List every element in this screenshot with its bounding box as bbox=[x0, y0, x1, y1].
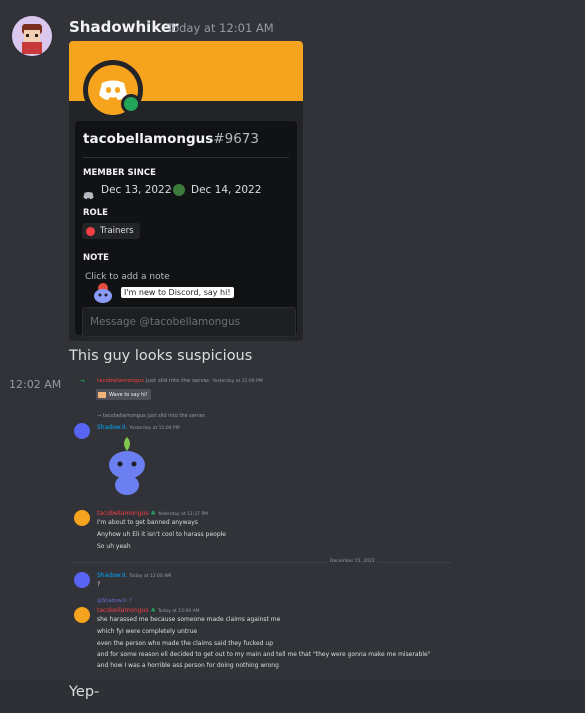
taco-header: tacobellamongus ♣ Yesterday at 11:37 PM bbox=[97, 510, 209, 517]
date-divider-label: December 15, 2022 bbox=[327, 559, 378, 564]
author-avatar[interactable] bbox=[12, 16, 52, 56]
profile-username: tacobellamongus#9673 bbox=[83, 131, 259, 147]
taco-line-1: I'm about to get banned anyways bbox=[97, 519, 198, 526]
taco2-avatar[interactable] bbox=[74, 607, 90, 623]
followup-timestamp: 12:02 AM bbox=[9, 378, 62, 391]
message-input[interactable]: Message @tacobellamongus bbox=[82, 307, 296, 337]
wave-button[interactable]: Wave to say hi! bbox=[96, 389, 151, 400]
profile-card-image[interactable]: tacobellamongus#9673 MEMBER SINCE Dec 13… bbox=[69, 41, 303, 341]
taco-avatar[interactable] bbox=[74, 510, 90, 526]
role-name: Trainers bbox=[100, 226, 134, 236]
taco2-line-3: even the person who made the claims said… bbox=[97, 640, 274, 647]
taco2-line-5: and how I was a horrible ass person for … bbox=[97, 662, 279, 669]
chat-screenshot-image[interactable]: → tacobellamongus just slid into the ser… bbox=[69, 371, 458, 677]
taco2-line-4: and for some reason eli decided to get o… bbox=[97, 651, 431, 658]
wumpus-sticker-icon bbox=[103, 435, 151, 497]
message-author[interactable]: Shadowhiker bbox=[69, 18, 178, 36]
message-timestamp: Today at 12:01 AM bbox=[167, 21, 274, 35]
reply-reference[interactable]: @Shadow.II. ? bbox=[97, 598, 132, 604]
discord-date-icon bbox=[83, 185, 94, 204]
taco2-line-2: which fyi were completely untrue bbox=[97, 628, 198, 635]
taco-line-3: So uh yeah bbox=[97, 543, 131, 550]
note-title: NOTE bbox=[83, 253, 109, 263]
shadow-header: Shadow.II. Yesterday at 11:09 PM bbox=[97, 424, 180, 431]
profile-body: tacobellamongus#9673 MEMBER SINCE Dec 13… bbox=[75, 121, 297, 337]
online-status-icon bbox=[121, 94, 141, 114]
shadow2-header: Shadow.II. Today at 12:00 AM bbox=[97, 572, 172, 579]
taco2-line-1: she harassed me because someone made cla… bbox=[97, 616, 281, 623]
message-input-placeholder: Message @tacobellamongus bbox=[90, 316, 241, 328]
shadow-avatar[interactable] bbox=[74, 423, 90, 439]
join-message-1: tacobellamongus just slid into the serve… bbox=[97, 378, 263, 384]
server-icon bbox=[173, 184, 185, 196]
taco-line-2: Anyhow uh Eli it isn't cool to harass pe… bbox=[97, 531, 226, 538]
join-arrow-icon: → bbox=[79, 377, 85, 385]
message-caption: This guy looks suspicious bbox=[69, 348, 253, 364]
server-member-date: Dec 14, 2022 bbox=[191, 184, 262, 196]
role-pill[interactable]: Trainers bbox=[82, 223, 140, 239]
discord-member-date: Dec 13, 2022 bbox=[101, 184, 172, 196]
profile-divider bbox=[83, 157, 289, 158]
member-since-title: MEMBER SINCE bbox=[83, 168, 156, 178]
date-divider bbox=[71, 562, 451, 563]
note-field[interactable]: Click to add a note bbox=[85, 272, 170, 282]
wave-bubble[interactable]: I'm new to Discord, say hi! bbox=[121, 287, 234, 298]
role-color-icon bbox=[86, 226, 95, 236]
wumpus-icon bbox=[91, 282, 115, 308]
shadow2-text: ? bbox=[97, 581, 101, 588]
wave-sticker-icon bbox=[98, 391, 106, 398]
taco2-header: tacobellamongus ♣ Today at 12:00 AM bbox=[97, 607, 200, 614]
shadow2-avatar[interactable] bbox=[74, 572, 90, 588]
join-message-2: → tacobellamongus just slid into the ser… bbox=[97, 413, 207, 419]
role-title: ROLE bbox=[83, 208, 108, 218]
followup-message: Yep- bbox=[69, 684, 100, 700]
